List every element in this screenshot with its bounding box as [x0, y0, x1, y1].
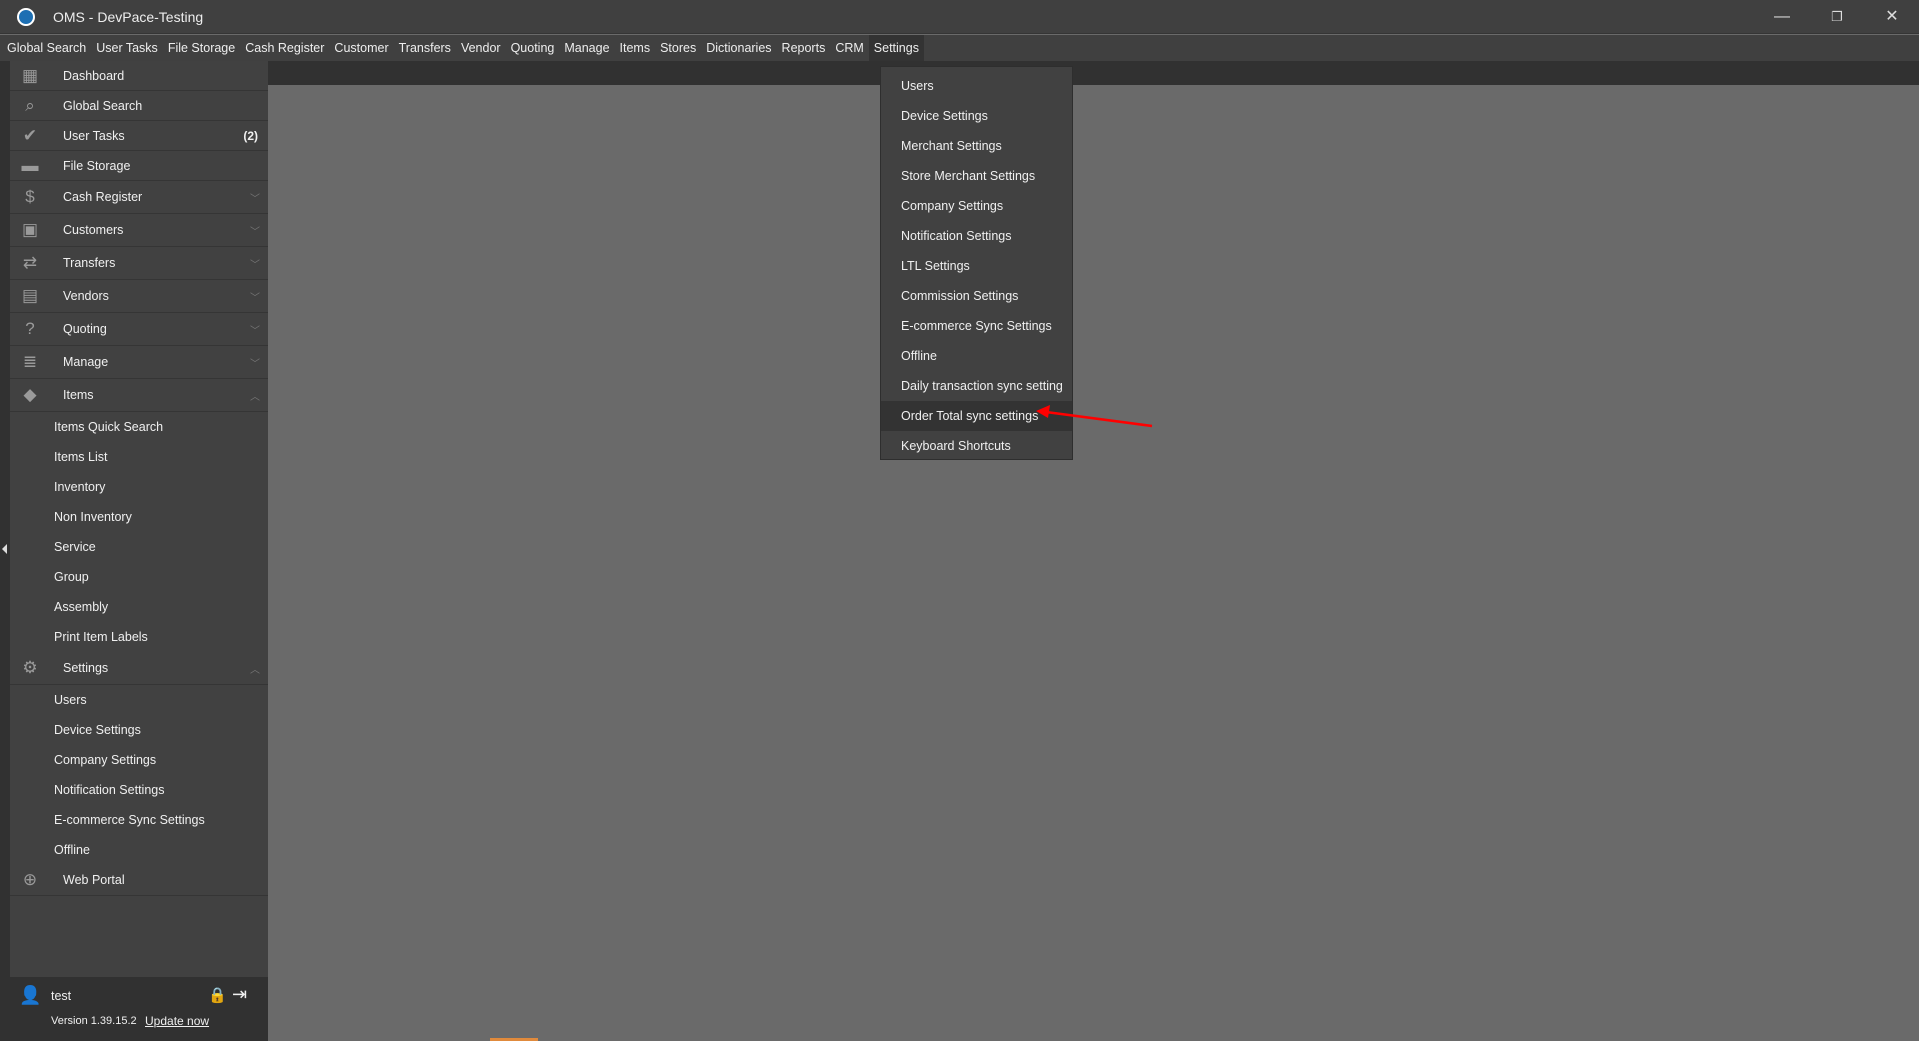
annotation-arrow — [1036, 405, 1153, 428]
arrow-head — [1036, 405, 1050, 418]
arrow-line — [1045, 410, 1153, 428]
